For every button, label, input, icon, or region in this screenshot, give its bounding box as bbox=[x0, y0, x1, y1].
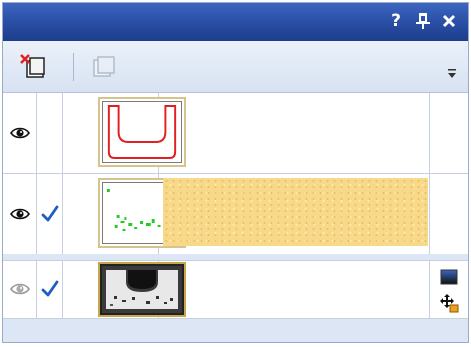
layers-panel: ? bbox=[2, 2, 469, 343]
duplicate-layer-button[interactable] bbox=[89, 53, 117, 81]
new-layer-icon bbox=[20, 54, 45, 78]
pin-button[interactable] bbox=[413, 10, 433, 32]
layer-row-1[interactable] bbox=[3, 93, 468, 173]
eye-icon[interactable] bbox=[10, 282, 30, 296]
check-icon[interactable] bbox=[41, 205, 59, 223]
layer-row-3[interactable] bbox=[3, 260, 468, 319]
toolbar-separator bbox=[73, 53, 74, 81]
layer-list bbox=[3, 93, 468, 254]
options-cell bbox=[429, 93, 468, 173]
options-cell bbox=[429, 174, 468, 254]
layer-properties-button[interactable] bbox=[439, 267, 459, 287]
move-layer-button[interactable] bbox=[439, 293, 459, 313]
layer-thumbnail[interactable] bbox=[98, 262, 186, 317]
active-cell bbox=[37, 93, 63, 173]
layer-thumbnail[interactable] bbox=[98, 97, 186, 167]
layers-toolbar bbox=[3, 41, 468, 93]
pin-icon bbox=[416, 13, 430, 29]
move-arrows-icon bbox=[440, 294, 459, 313]
layer-row-2[interactable] bbox=[3, 174, 468, 254]
gradient-swatch-icon bbox=[440, 269, 458, 285]
grayscale-image-thumbnail bbox=[102, 266, 182, 313]
fill-swatch[interactable] bbox=[163, 178, 428, 246]
check-icon[interactable] bbox=[41, 280, 59, 298]
toolbar-more-button[interactable] bbox=[447, 65, 457, 78]
duplicate-layer-icon bbox=[93, 56, 115, 77]
eye-icon[interactable] bbox=[10, 207, 30, 221]
close-button[interactable] bbox=[439, 10, 459, 32]
panel-title-bar: ? bbox=[3, 3, 468, 41]
eye-icon[interactable] bbox=[10, 126, 30, 140]
more-options-icon bbox=[448, 69, 456, 78]
help-icon: ? bbox=[391, 11, 401, 31]
help-button[interactable]: ? bbox=[388, 10, 404, 32]
red-outline-thumbnail bbox=[107, 105, 177, 159]
close-icon bbox=[442, 14, 456, 28]
new-layer-button[interactable] bbox=[19, 53, 47, 81]
